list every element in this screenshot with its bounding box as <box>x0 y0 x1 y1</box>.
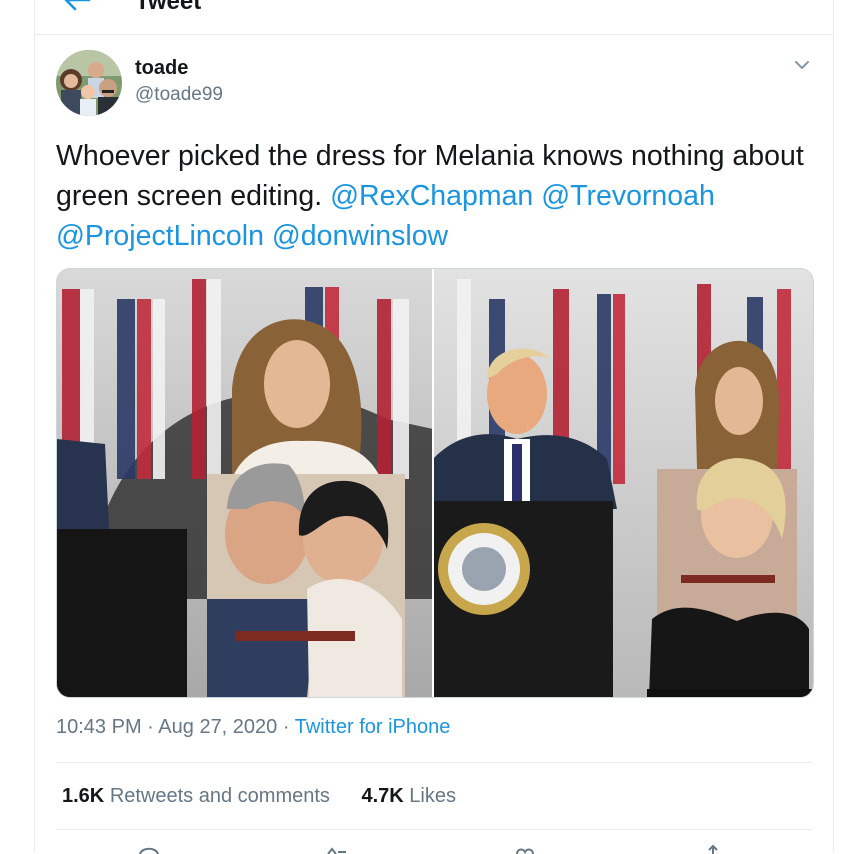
retweets-count: 1.6K <box>62 785 105 807</box>
mention-link[interactable]: @donwinslow <box>272 220 448 252</box>
chevron-down-icon[interactable] <box>793 56 811 74</box>
tweet-stats: 1.6K Retweets and comments 4.7K Likes <box>62 785 482 808</box>
retweets-stat[interactable]: 1.6K Retweets and comments <box>62 785 330 807</box>
tweet-meta: 10:43 PM · Aug 27, 2020 · Twitter for iP… <box>56 716 450 739</box>
tweet-time[interactable]: 10:43 PM <box>56 716 142 738</box>
like-icon[interactable] <box>513 844 537 854</box>
media-divider <box>432 269 434 697</box>
photo-left <box>57 269 433 697</box>
tweet-media[interactable] <box>56 268 814 698</box>
tweet-source[interactable]: Twitter for iPhone <box>295 716 451 738</box>
likes-count: 4.7K <box>361 785 404 807</box>
tweet-column: Tweet toade @toade99 Whoever picked the … <box>34 0 834 854</box>
reply-icon[interactable] <box>137 844 161 854</box>
retweets-label: Retweets and comments <box>109 785 330 807</box>
arrow-left-icon[interactable] <box>63 0 91 12</box>
author-name[interactable]: toade <box>135 57 188 80</box>
meta-separator: · <box>147 716 154 738</box>
likes-label: Likes <box>409 785 456 807</box>
mention-link[interactable]: @RexChapman <box>330 180 533 212</box>
tweet-text: Whoever picked the dress for Melania kno… <box>56 136 816 256</box>
photo-right <box>433 269 813 697</box>
tweet-date[interactable]: Aug 27, 2020 <box>158 716 277 738</box>
divider <box>56 762 812 763</box>
mention-link[interactable]: @Trevornoah <box>541 180 715 212</box>
page-title: Tweet <box>135 0 202 15</box>
divider <box>56 829 812 830</box>
meta-separator: · <box>282 716 290 738</box>
retweet-icon[interactable] <box>325 844 349 854</box>
mention-link[interactable]: @ProjectLincoln <box>56 220 264 252</box>
author-handle: @toade99 <box>135 84 223 105</box>
avatar[interactable] <box>56 50 122 116</box>
likes-stat[interactable]: 4.7K Likes <box>361 785 456 807</box>
page-header: Tweet <box>35 0 833 35</box>
share-icon[interactable] <box>701 844 725 854</box>
